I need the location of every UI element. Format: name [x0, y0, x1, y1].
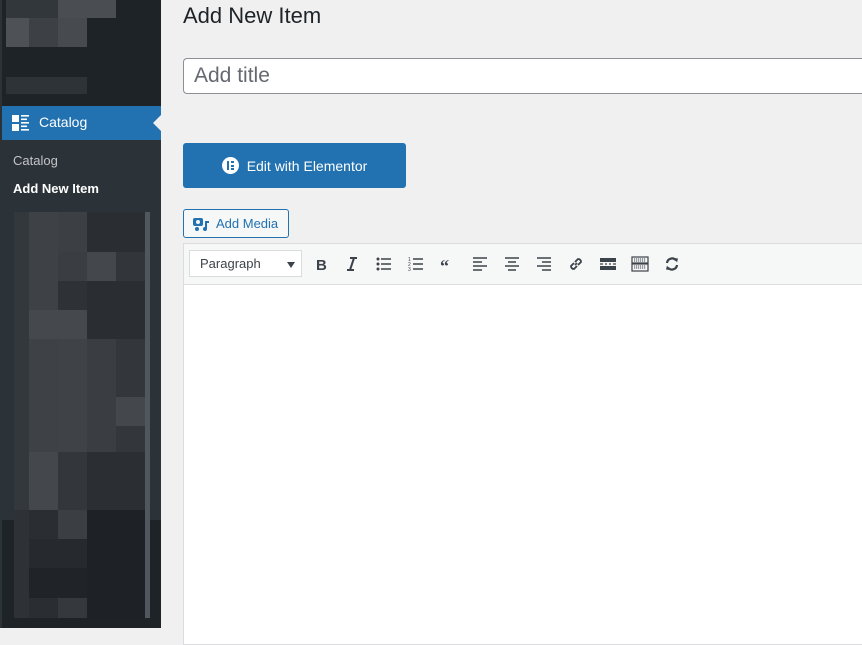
submenu-item-add-new-item[interactable]: Add New Item — [13, 181, 99, 196]
redacted-menu-items — [14, 212, 146, 618]
admin-sidebar: Catalog Catalog Add New Item — [0, 0, 161, 628]
editor-toolbar: Paragraph B 1 2 3 “ — [184, 244, 862, 285]
main-content: Add New Item Edit with Elementor Add Med… — [161, 0, 862, 645]
redacted-menu-item — [6, 77, 87, 94]
svg-text:“: “ — [440, 256, 449, 273]
edit-with-elementor-button[interactable]: Edit with Elementor — [183, 143, 406, 188]
read-more-icon — [600, 258, 616, 270]
sidebar-item-catalog[interactable]: Catalog — [2, 106, 161, 140]
keyboard-icon — [631, 256, 649, 272]
format-select-value: Paragraph — [200, 256, 261, 271]
bulleted-list-button[interactable] — [372, 252, 396, 276]
catalog-icon — [12, 115, 29, 131]
add-media-button[interactable]: Add Media — [183, 209, 289, 238]
italic-button[interactable] — [340, 252, 364, 276]
italic-icon — [347, 257, 357, 271]
bold-button[interactable]: B — [309, 252, 333, 276]
editor-content-area[interactable] — [184, 285, 862, 644]
align-center-icon — [505, 257, 519, 271]
chevron-down-icon — [287, 262, 295, 268]
align-right-icon — [537, 257, 551, 271]
classic-editor: Paragraph B 1 2 3 “ — [183, 243, 862, 645]
svg-text:3: 3 — [408, 267, 411, 273]
edit-with-elementor-label: Edit with Elementor — [246, 157, 368, 174]
redacted-menu-items — [6, 0, 116, 47]
numbered-list-button[interactable]: 1 2 3 — [404, 252, 428, 276]
sidebar-scrollbar[interactable] — [145, 212, 150, 618]
blockquote-icon: “ — [440, 256, 449, 273]
submenu-item-catalog[interactable]: Catalog — [13, 153, 58, 168]
refresh-icon — [665, 257, 679, 271]
add-media-icon — [193, 217, 209, 231]
align-right-button[interactable] — [532, 252, 556, 276]
align-center-button[interactable] — [500, 252, 524, 276]
title-input[interactable] — [183, 58, 862, 94]
align-left-button[interactable] — [468, 252, 492, 276]
add-media-label: Add Media — [216, 216, 279, 231]
elementor-icon — [221, 157, 239, 174]
align-left-icon — [473, 257, 487, 271]
bulleted-list-icon — [376, 257, 391, 271]
page-title: Add New Item — [183, 3, 322, 28]
link-icon — [570, 258, 582, 270]
format-select[interactable]: Paragraph — [189, 250, 302, 277]
current-menu-arrow — [153, 115, 161, 131]
numbered-list-icon: 1 2 3 — [408, 257, 423, 273]
blockquote-button[interactable]: “ — [436, 252, 460, 276]
toolbar-toggle-button[interactable] — [628, 252, 652, 276]
insert-link-button[interactable] — [564, 252, 588, 276]
svg-text:B: B — [316, 257, 327, 273]
bold-icon: B — [316, 257, 327, 273]
refresh-button[interactable] — [660, 252, 684, 276]
read-more-button[interactable] — [596, 252, 620, 276]
sidebar-item-label: Catalog — [39, 114, 88, 130]
